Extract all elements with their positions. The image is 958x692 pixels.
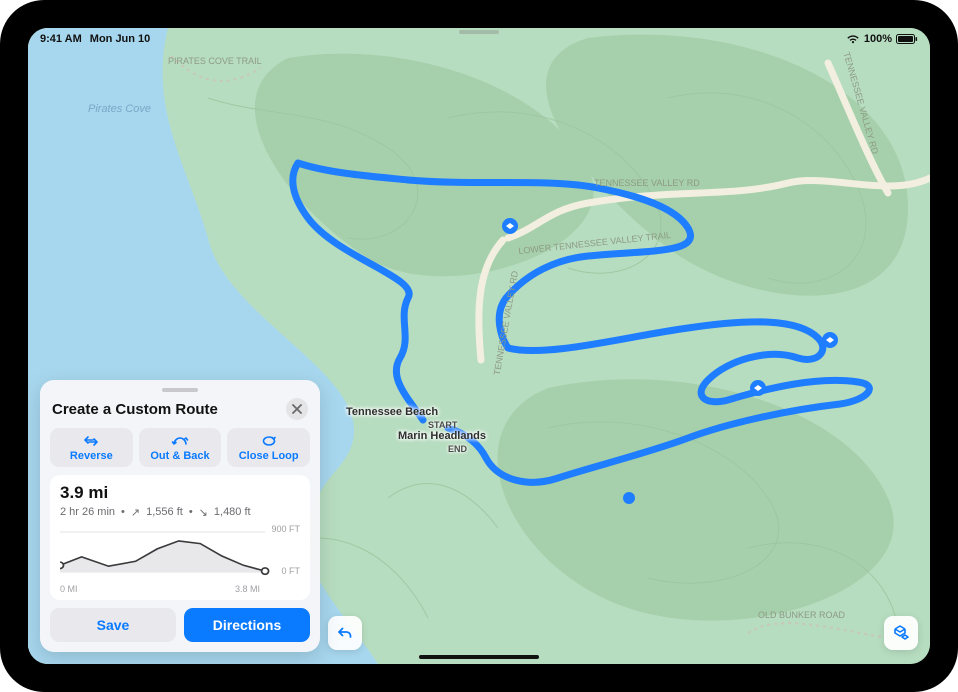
road-label-1: TENNESSEE VALLEY RD	[594, 178, 700, 188]
ascent-icon: ↗	[131, 506, 140, 519]
elev-x-max: 3.8 MI	[235, 584, 260, 594]
end-place-label: Marin Headlands	[398, 430, 486, 442]
directions-label: Directions	[213, 617, 281, 633]
panel-drag-handle[interactable]	[162, 388, 198, 392]
multitask-handle[interactable]	[459, 30, 499, 34]
guides-button[interactable]	[884, 616, 918, 650]
panel-title: Create a Custom Route	[52, 401, 218, 418]
wifi-icon	[846, 34, 860, 44]
save-button[interactable]: Save	[50, 608, 176, 642]
road-label-4: OLD BUNKER ROAD	[758, 610, 845, 620]
close-loop-button[interactable]: Close Loop	[227, 428, 310, 467]
end-sublabel: END	[448, 444, 467, 454]
elevation-chart[interactable]: 900 FT 0 FT 0 MI 3.8 MI	[60, 524, 300, 594]
start-place-label: Tennessee Beach	[346, 406, 438, 418]
out-back-label: Out & Back	[150, 450, 209, 462]
out-back-icon	[171, 434, 189, 448]
undo-button[interactable]	[328, 616, 362, 650]
water-label: Pirates Cove	[88, 103, 151, 115]
route-descent: 1,480 ft	[214, 506, 251, 518]
route-ascent: 1,556 ft	[146, 506, 183, 518]
directions-button[interactable]: Directions	[184, 608, 310, 642]
reverse-button[interactable]: Reverse	[50, 428, 133, 467]
route-distance: 3.9 mi	[60, 483, 300, 503]
route-stats-row: 2 hr 26 min • ↗ 1,556 ft • ↘ 1,480 ft	[60, 505, 300, 518]
reverse-label: Reverse	[70, 450, 113, 462]
trail-label-1: PIRATES COVE TRAIL	[168, 56, 262, 66]
route-panel: Create a Custom Route Reverse Out & Bac	[40, 380, 320, 652]
stats-card: 3.9 mi 2 hr 26 min • ↗ 1,556 ft • ↘ 1,48…	[50, 475, 310, 600]
status-date: Mon Jun 10	[90, 33, 151, 45]
elev-y-max: 900 FT	[271, 524, 300, 534]
home-indicator[interactable]	[419, 655, 539, 659]
elev-y-min: 0 FT	[281, 566, 300, 576]
elev-x-min: 0 MI	[60, 584, 78, 594]
out-and-back-button[interactable]: Out & Back	[139, 428, 222, 467]
screen: 9:41 AM Mon Jun 10 100%	[28, 28, 930, 664]
save-label: Save	[97, 617, 130, 633]
battery-icon	[896, 34, 918, 44]
status-time: 9:41 AM	[40, 33, 82, 45]
close-loop-label: Close Loop	[239, 450, 299, 462]
status-battery-pct: 100%	[864, 33, 892, 45]
route-duration: 2 hr 26 min	[60, 506, 115, 518]
close-loop-icon	[261, 434, 277, 448]
start-sublabel: START	[428, 420, 457, 430]
close-button[interactable]	[286, 398, 308, 420]
ipad-device-frame: 9:41 AM Mon Jun 10 100%	[0, 0, 958, 692]
reverse-icon	[83, 434, 99, 448]
descent-icon: ↘	[199, 506, 208, 519]
